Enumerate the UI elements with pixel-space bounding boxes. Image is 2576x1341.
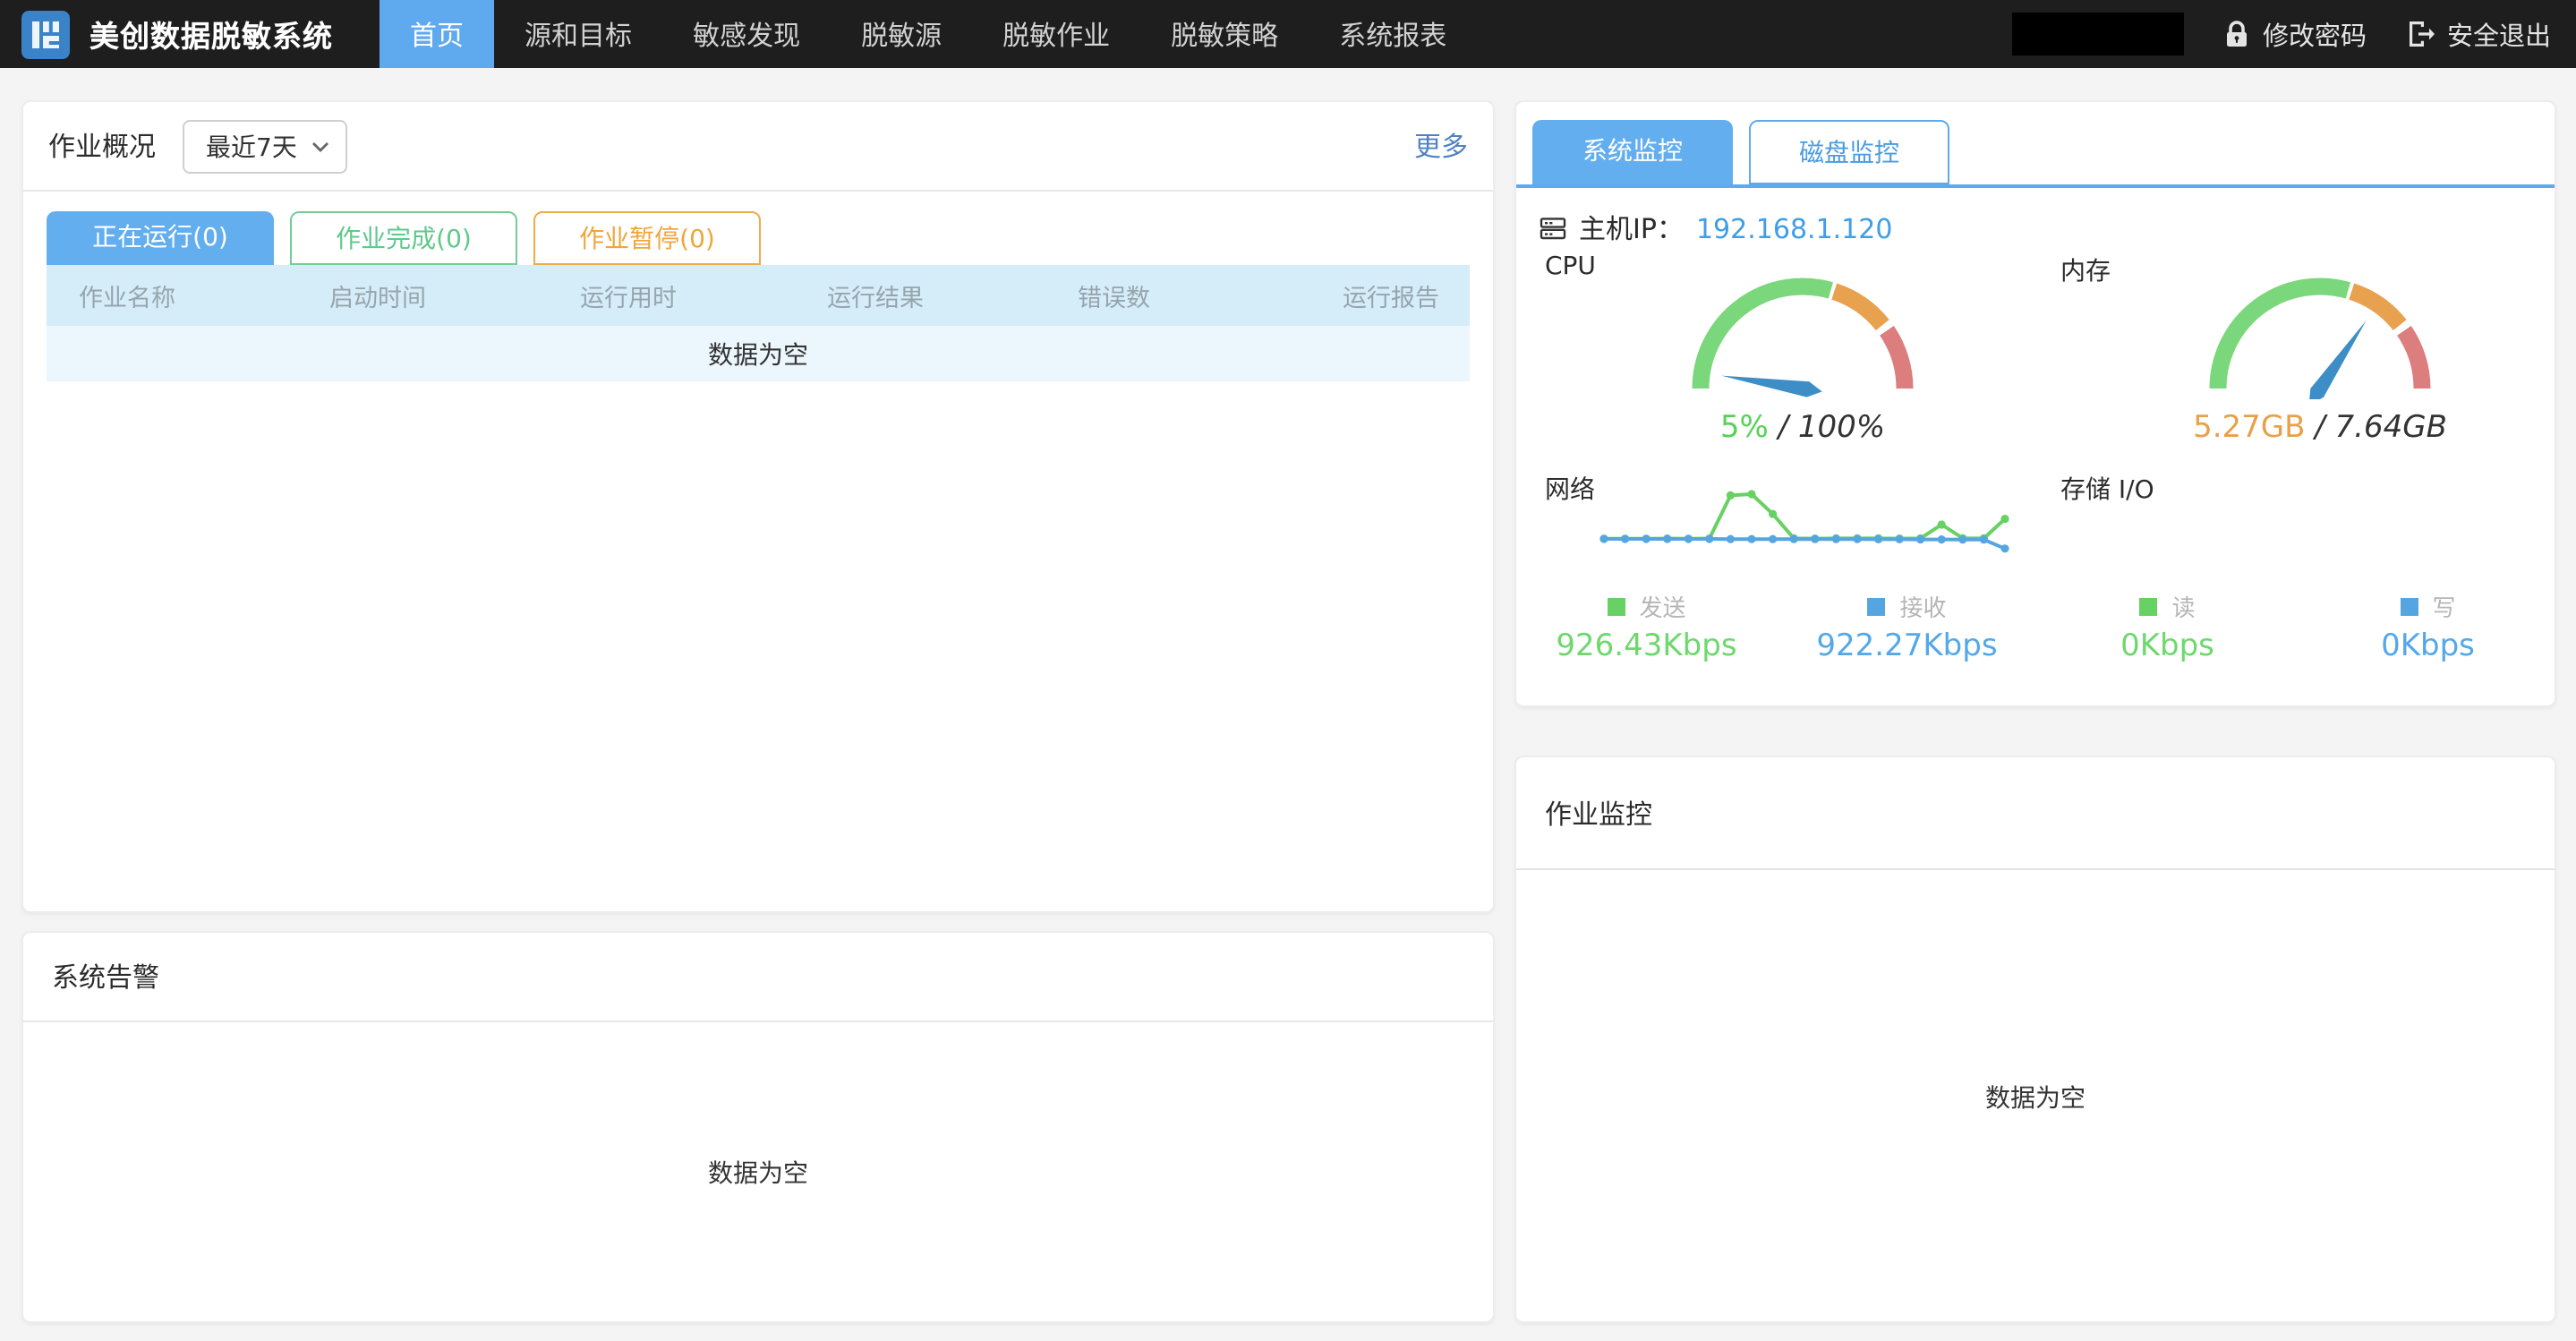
- legend-write: 写 0Kbps: [2298, 589, 2558, 664]
- sent-value: 926.43Kbps: [1556, 628, 1736, 664]
- sent-label: 发送: [1639, 589, 1685, 623]
- time-range-select[interactable]: 最近7天: [183, 119, 347, 173]
- job-table-empty-state: 数据为空: [47, 326, 1470, 381]
- tab-running[interactable]: 正在运行(0): [47, 211, 274, 265]
- logout-label: 安全退出: [2447, 15, 2551, 53]
- job-monitor-header: 作业监控: [1516, 757, 2555, 870]
- nav-item-sensitive-discovery[interactable]: 敏感发现: [662, 0, 831, 68]
- storage-legend: 读 0Kbps 写 0Kbps: [2037, 589, 2558, 664]
- brand: 美创数据脱敏系统: [0, 0, 333, 68]
- received-label: 接收: [1899, 589, 1946, 623]
- nav-item-home[interactable]: 首页: [380, 0, 494, 68]
- redacted-username: [2012, 13, 2184, 56]
- app-logo-icon: [21, 10, 70, 58]
- tab-completed[interactable]: 作业完成(0): [290, 211, 517, 265]
- write-label: 写: [2432, 589, 2455, 623]
- system-alerts-title: 系统告警: [52, 958, 159, 995]
- main-nav: 首页 源和目标 敏感发现 脱敏源 脱敏作业 脱敏策略 系统报表: [380, 0, 1477, 68]
- tab-paused[interactable]: 作业暂停(0): [533, 211, 761, 265]
- tab-system-monitor[interactable]: 系统监控: [1532, 120, 1733, 184]
- tab-disk-monitor[interactable]: 磁盘监控: [1749, 120, 1949, 184]
- host-ip-row: 主机IP： 192.168.1.120: [1540, 209, 1892, 247]
- cpu-gauge: [1677, 260, 1928, 399]
- cpu-label: CPU: [1545, 252, 1596, 281]
- nav-item-source-target[interactable]: 源和目标: [494, 0, 662, 68]
- col-job-name: 作业名称: [47, 278, 297, 313]
- write-swatch-icon: [2400, 597, 2418, 615]
- system-alerts-header: 系统告警: [23, 933, 1493, 1022]
- monitor-tabs: 系统监控 磁盘监控: [1532, 120, 1949, 184]
- job-overview-title: 作业概况: [48, 127, 156, 165]
- memory-usage-value: 5.27GB / 7.64GB: [2141, 410, 2499, 446]
- nav-item-masking-jobs[interactable]: 脱敏作业: [972, 0, 1140, 68]
- job-overview-panel: 作业概况 最近7天 更多 正在运行(0) 作业完成(0) 作业暂停(0) 作业名…: [21, 100, 1495, 913]
- navbar-right: 修改密码 安全退出: [2012, 0, 2551, 68]
- legend-sent: 发送 926.43Kbps: [1516, 589, 1777, 664]
- logout-button[interactable]: 安全退出: [2406, 15, 2551, 53]
- col-report: 运行报告: [1310, 278, 1470, 313]
- sent-swatch-icon: [1607, 597, 1625, 615]
- network-label: 网络: [1545, 471, 1595, 507]
- job-overview-header: 作业概况 最近7天 更多: [23, 102, 1493, 192]
- nav-item-masking-policy[interactable]: 脱敏策略: [1140, 0, 1309, 68]
- change-password-button[interactable]: 修改密码: [2223, 15, 2367, 53]
- write-value: 0Kbps: [2381, 628, 2475, 664]
- job-status-tabs: 正在运行(0) 作业完成(0) 作业暂停(0): [47, 211, 761, 265]
- more-link[interactable]: 更多: [1414, 127, 1468, 165]
- storage-io-line-chart: [2111, 482, 2529, 571]
- legend-read: 读 0Kbps: [2037, 589, 2298, 664]
- system-alerts-panel: 系统告警 数据为空: [21, 931, 1495, 1323]
- logout-icon: [2406, 20, 2435, 48]
- job-table-header: 作业名称 启动时间 运行用时 运行结果 错误数 运行报告: [47, 265, 1470, 326]
- change-password-label: 修改密码: [2263, 15, 2367, 53]
- lock-icon: [2223, 20, 2250, 48]
- memory-label: 内存: [2060, 252, 2111, 288]
- col-duration: 运行用时: [548, 278, 795, 313]
- network-line-chart: [1595, 482, 2014, 571]
- col-start-time: 启动时间: [297, 278, 548, 313]
- monitor-tabs-underline: [1516, 184, 2555, 188]
- job-monitor-panel: 作业监控 数据为空: [1514, 756, 2556, 1323]
- legend-received: 接收 922.27Kbps: [1777, 589, 2037, 664]
- cpu-usage-value: 5% / 100%: [1624, 410, 1982, 446]
- col-error-count: 错误数: [1045, 278, 1310, 313]
- read-value: 0Kbps: [2120, 628, 2214, 664]
- app-root: 美创数据脱敏系统 首页 源和目标 敏感发现 脱敏源 脱敏作业 脱敏策略 系统报表…: [0, 0, 2576, 1341]
- nav-item-system-reports[interactable]: 系统报表: [1309, 0, 1477, 68]
- system-monitor-panel: 系统监控 磁盘监控 主机IP： 192.168.1.120 CPU 内存 网络 …: [1514, 100, 2556, 707]
- time-range-value: 最近7天: [206, 128, 297, 164]
- host-ip-label: 主机IP：: [1579, 209, 1684, 247]
- navbar: 美创数据脱敏系统 首页 源和目标 敏感发现 脱敏源 脱敏作业 脱敏策略 系统报表…: [0, 0, 2576, 68]
- read-label: 读: [2171, 589, 2195, 623]
- main-content: 作业概况 最近7天 更多 正在运行(0) 作业完成(0) 作业暂停(0) 作业名…: [0, 68, 2576, 1341]
- memory-gauge: [2195, 260, 2445, 399]
- job-monitor-title: 作业监控: [1545, 794, 1652, 832]
- server-icon: [1540, 215, 1566, 242]
- chevron-down-icon: [311, 141, 329, 151]
- received-swatch-icon: [1867, 597, 1885, 615]
- system-alerts-empty-state: 数据为空: [23, 1022, 1493, 1323]
- network-legend: 发送 926.43Kbps 接收 922.27Kbps: [1516, 589, 2037, 664]
- col-result: 运行结果: [795, 278, 1045, 313]
- job-monitor-empty-state: 数据为空: [1516, 870, 2555, 1323]
- nav-item-masking-source[interactable]: 脱敏源: [831, 0, 972, 68]
- received-value: 922.27Kbps: [1816, 628, 1997, 664]
- read-swatch-icon: [2139, 597, 2157, 615]
- host-ip-value: 192.168.1.120: [1696, 212, 1893, 244]
- app-title: 美创数据脱敏系统: [90, 13, 333, 56]
